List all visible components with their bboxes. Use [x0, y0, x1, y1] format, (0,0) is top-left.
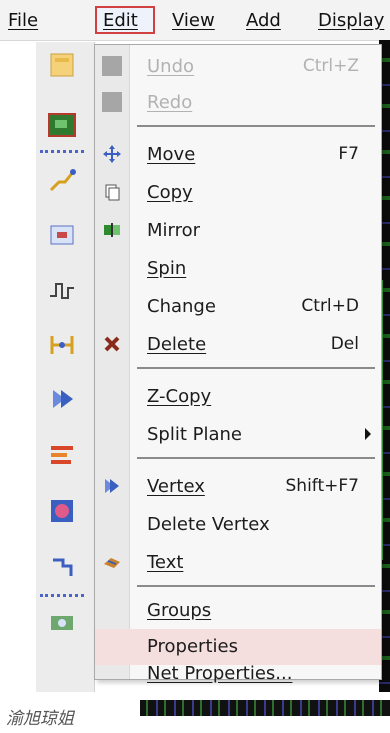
menu-item-label: Groups	[147, 600, 212, 621]
menu-item-delete-vertex[interactable]: Delete Vertex	[95, 507, 381, 543]
menu-item-shortcut: Del	[330, 334, 359, 354]
menu-item-label: Properties	[147, 636, 238, 657]
menu-item-label: Move	[147, 144, 196, 165]
menu-item-copy[interactable]: Copy	[95, 175, 381, 211]
menu-bar: File Edit View Add Display	[0, 0, 390, 41]
menu-item-delete[interactable]: Delete Del	[95, 327, 381, 363]
menu-item-move[interactable]: Move F7	[95, 137, 381, 173]
redo-icon	[101, 91, 123, 113]
menu-item-label: Redo	[147, 92, 193, 113]
menu-item-label: Net Properties...	[147, 663, 293, 684]
menu-display[interactable]: Display	[318, 10, 384, 31]
submenu-arrow-icon	[365, 428, 371, 440]
menu-item-properties[interactable]: Properties	[95, 629, 381, 665]
menu-item-label: Spin	[147, 258, 187, 279]
menu-item-vertex[interactable]: Vertex Shift+F7	[95, 469, 381, 505]
menu-item-label: Delete	[147, 334, 207, 355]
left-toolbar	[36, 42, 95, 692]
menu-item-label: Text	[147, 552, 184, 573]
menu-item-split-plane[interactable]: Split Plane	[95, 417, 381, 453]
mirror-icon	[101, 219, 123, 241]
undo-icon	[101, 55, 123, 77]
menu-item-redo[interactable]: Redo	[95, 85, 381, 121]
vertex-icon	[101, 475, 123, 497]
menu-item-label: Change	[147, 296, 216, 317]
edit-dropdown-menu: Undo Ctrl+Z Redo Move F7 Copy Mirror Spi…	[94, 44, 382, 684]
menu-item-spin[interactable]: Spin	[95, 251, 381, 287]
copy-icon	[101, 181, 123, 203]
menu-edit[interactable]: Edit	[95, 6, 155, 34]
layers-icon[interactable]	[44, 438, 80, 472]
folder-icon[interactable]	[44, 48, 80, 82]
toolbar-separator	[40, 594, 84, 600]
menu-item-label: Copy	[147, 182, 193, 203]
delete-x-icon	[101, 333, 123, 355]
waveform-icon[interactable]	[44, 274, 80, 308]
watermark-caption: 渝旭琼姐	[6, 709, 74, 729]
menu-item-label: Z-Copy	[147, 386, 212, 407]
route-icon[interactable]	[44, 164, 80, 198]
menu-item-text[interactable]: Text	[95, 545, 381, 581]
menu-item-label: Undo	[147, 56, 195, 77]
menu-separator	[137, 585, 375, 587]
menu-item-label: Vertex	[147, 476, 205, 497]
board-icon[interactable]	[44, 108, 80, 142]
menu-item-label: Delete Vertex	[147, 514, 270, 535]
menu-item-label: Split Plane	[147, 424, 243, 445]
pcb-canvas-bottom	[140, 700, 390, 716]
menu-file[interactable]: File	[8, 10, 38, 31]
menu-item-label: Mirror	[147, 220, 201, 241]
move-cross-icon	[101, 143, 123, 165]
menu-item-shortcut: F7	[338, 144, 359, 164]
forward-icon[interactable]	[44, 382, 80, 416]
menu-item-shortcut: Ctrl+Z	[302, 56, 359, 76]
menu-item-zcopy[interactable]: Z-Copy	[95, 379, 381, 415]
menu-separator	[137, 125, 375, 127]
menu-item-groups[interactable]: Groups	[95, 593, 381, 629]
component-icon[interactable]	[44, 218, 80, 252]
text-icon	[101, 551, 123, 573]
menu-item-change[interactable]: Change Ctrl+D	[95, 289, 381, 325]
menu-separator	[137, 367, 375, 369]
menu-add[interactable]: Add	[246, 10, 281, 31]
pin-icon[interactable]	[44, 550, 80, 584]
menu-item-mirror[interactable]: Mirror	[95, 213, 381, 249]
menu-separator	[137, 457, 375, 459]
connect-icon[interactable]	[44, 328, 80, 362]
toolbar-separator	[40, 150, 84, 156]
menu-item-undo[interactable]: Undo Ctrl+Z	[95, 49, 381, 85]
grid-icon[interactable]	[44, 494, 80, 528]
menu-view[interactable]: View	[172, 10, 215, 31]
menu-item-shortcut: Shift+F7	[285, 476, 359, 496]
menu-item-net-properties[interactable]: Net Properties...	[95, 663, 381, 684]
menu-item-shortcut: Ctrl+D	[301, 296, 359, 316]
camera-icon[interactable]	[44, 604, 80, 638]
